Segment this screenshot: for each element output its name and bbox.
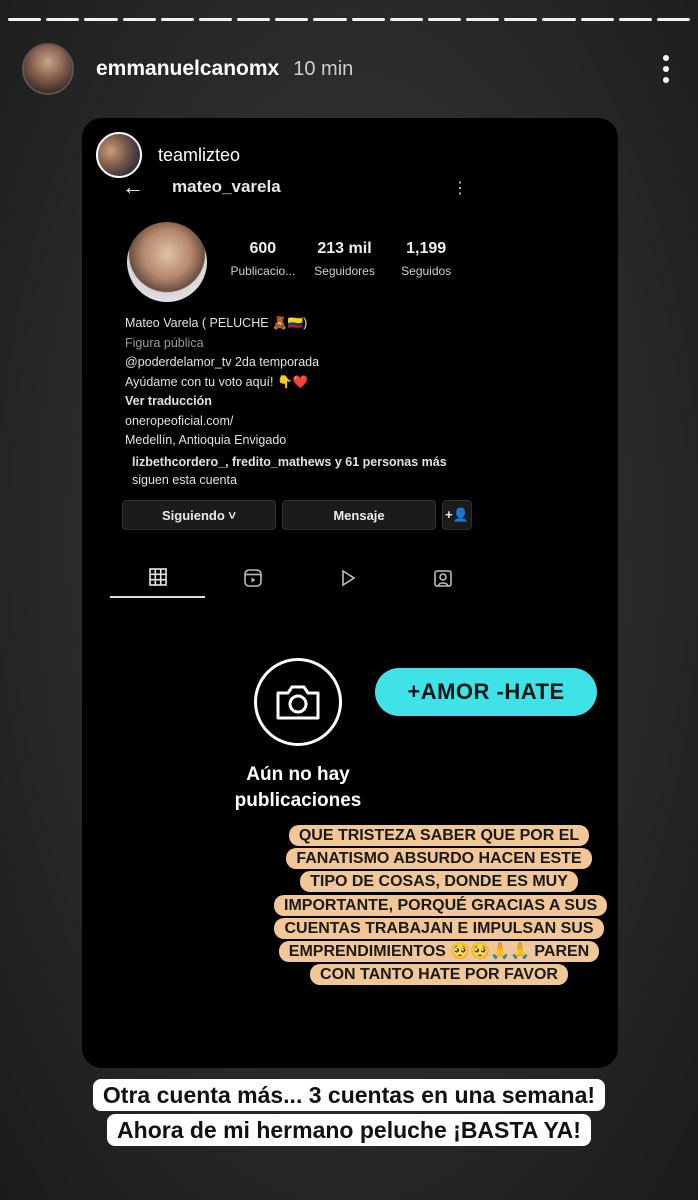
profile-menu-icon: ⋮: [452, 180, 468, 197]
bio-name: Mateo Varela ( PELUCHE 🧸🇨🇴): [125, 316, 308, 330]
progress-segment: [84, 18, 118, 21]
note-text: QUE TRISTEZA SABER QUE POR EL FANATISMO …: [274, 825, 608, 986]
story-author-avatar[interactable]: [22, 43, 74, 95]
progress-segment: [8, 18, 42, 21]
followed-by-line-1: lizbethcordero_, fredito_mathews y 61 pe…: [132, 455, 447, 469]
bio-line-2: Ayúdame con tu voto aquí! 👇❤️: [125, 374, 309, 389]
story-header: emmanuelcanomx 10 min: [22, 42, 676, 96]
video-tab-icon: [300, 558, 395, 598]
followed-by: lizbethcordero_, fredito_mathews y 61 pe…: [132, 453, 447, 489]
bio-translate: Ver traducción: [125, 394, 212, 408]
profile-header: ← mateo_varela: [122, 174, 468, 200]
story-progress-bar: [8, 18, 691, 21]
add-user-icon: +👤: [442, 500, 472, 530]
back-arrow-icon: ←: [122, 174, 144, 199]
amor-hate-sticker: +AMOR -HATE: [375, 668, 597, 716]
reposted-account: teamlizteo: [96, 132, 240, 178]
progress-segment: [198, 18, 233, 21]
stat-following: 1,199 Seguidos: [401, 240, 452, 278]
camera-icon: [254, 658, 342, 746]
stat-followers: 213 mil Seguidores: [314, 240, 375, 278]
progress-segment: [580, 18, 614, 21]
bio-line-1: @poderdelamor_tv 2da temporada: [125, 355, 320, 369]
caption-line-2: Ahora de mi hermano peluche ¡BASTA YA!: [107, 1114, 591, 1146]
text-sticker-note: QUE TRISTEZA SABER QUE POR EL FANATISMO …: [274, 824, 608, 986]
progress-segment: [656, 18, 691, 21]
progress-segment: [542, 18, 576, 21]
progress-segment: [275, 18, 309, 21]
progress-segment: [351, 18, 385, 21]
story-timestamp: 10 min: [293, 57, 354, 80]
stat-posts: 600 Publicacio...: [230, 240, 296, 278]
profile-avatar: [127, 222, 207, 302]
following-button: Siguiendo ˅: [122, 500, 276, 530]
team-account-avatar: [96, 132, 142, 178]
progress-segment: [313, 18, 347, 21]
bio-link: oneropeoficial.com/: [125, 413, 234, 428]
progress-segment: [389, 18, 423, 21]
caption-line-1: Otra cuenta más... 3 cuentas en una sema…: [92, 1079, 606, 1111]
profile-tabs: [110, 558, 490, 598]
bio-location: Medellín, Antioquia Envigado: [125, 433, 287, 447]
profile-action-buttons: Siguiendo ˅ Mensaje +👤: [122, 500, 472, 530]
story-author-username[interactable]: emmanuelcanomx: [96, 57, 279, 81]
progress-segment: [618, 18, 652, 21]
followed-by-line-2: siguen esta cuenta: [132, 473, 237, 487]
progress-segment: [466, 18, 500, 21]
progress-segment: [160, 18, 194, 21]
profile-bio: Mateo Varela ( PELUCHE 🧸🇨🇴) Figura públi…: [125, 314, 485, 451]
more-options-icon[interactable]: [656, 51, 676, 87]
story-caption: Otra cuenta más... 3 cuentas en una sema…: [14, 1078, 684, 1148]
progress-segment: [122, 18, 156, 21]
bio-category: Figura pública: [125, 335, 204, 350]
profile-username: mateo_varela: [172, 177, 281, 196]
team-account-name: teamlizteo: [158, 144, 241, 165]
grid-tab-icon: [110, 558, 205, 598]
progress-segment: [46, 18, 80, 21]
reels-tab-icon: [205, 558, 300, 598]
empty-state-text: Aún no hay publicaciones: [234, 764, 362, 811]
message-button: Mensaje: [282, 500, 436, 530]
tagged-tab-icon: [395, 558, 490, 598]
progress-segment: [427, 18, 462, 21]
profile-stats: 600 Publicacio... 213 mil Seguidores 1,1…: [222, 240, 467, 278]
progress-segment: [504, 18, 538, 21]
progress-segment: [237, 18, 271, 21]
